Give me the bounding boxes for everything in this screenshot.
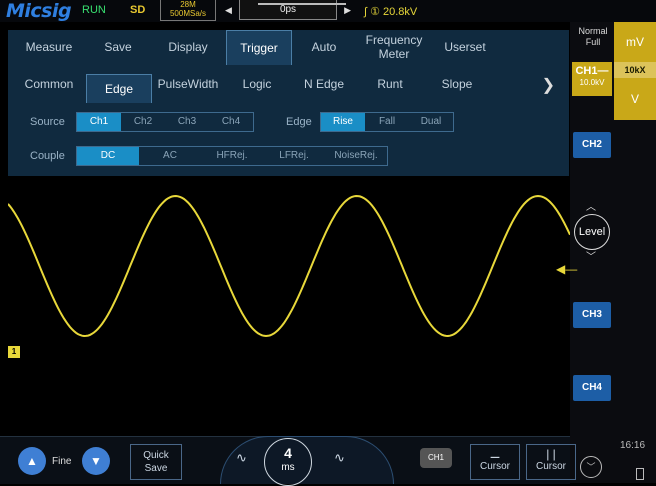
collapse-menu-icon[interactable]: ﹀ xyxy=(580,456,602,478)
cursor-h-label: Cursor xyxy=(479,461,510,472)
source-ch2[interactable]: Ch2 xyxy=(121,113,165,131)
record-length: 28M xyxy=(180,0,196,9)
trigger-type-common[interactable]: Common xyxy=(12,68,86,100)
timebase-value: 4 xyxy=(284,445,292,461)
trigger-type-n-edge[interactable]: N Edge xyxy=(290,68,358,100)
waveform-display[interactable] xyxy=(8,176,570,436)
cursor-vertical-button[interactable]: | | Cursor xyxy=(526,444,576,480)
edge-rise[interactable]: Rise xyxy=(321,113,365,131)
acquisition-mode[interactable]: Normal Full xyxy=(572,26,614,48)
cursor-v-label: Cursor xyxy=(535,461,566,472)
triangle-up-icon: ▲ xyxy=(26,454,38,468)
sample-rate: 500MSa/s xyxy=(169,9,207,18)
fine-down-button[interactable]: ▼ xyxy=(82,447,110,475)
menu-tabs: Measure Save Display Trigger Auto Freque… xyxy=(8,30,569,65)
trigger-type-slope[interactable]: Slope xyxy=(422,68,492,100)
ch1-toggle-button[interactable]: CH1 xyxy=(420,448,452,468)
level-up-icon[interactable]: ︿ xyxy=(586,198,596,213)
clock: 16:16 xyxy=(620,440,646,451)
acq-mode-line2: Full xyxy=(585,37,601,47)
ch1-scale: 10.0kV xyxy=(579,78,605,87)
timebase-offset: 0ps xyxy=(279,4,297,15)
triangle-down-icon: ▼ xyxy=(90,454,102,468)
tab-auto[interactable]: Auto xyxy=(294,30,354,64)
timebase-increase-icon[interactable]: ∿ xyxy=(334,450,345,466)
quick-save-line2: Save xyxy=(144,463,168,474)
ch1-label: CH1— xyxy=(575,65,609,77)
timebase-knob[interactable]: 4 ms xyxy=(264,438,312,486)
ch1-waveform xyxy=(8,194,570,338)
run-state-indicator[interactable]: RUN xyxy=(82,4,106,16)
level-down-icon[interactable]: ﹀ xyxy=(586,248,596,263)
volts-div-up-button[interactable]: V xyxy=(614,78,656,120)
battery-icon xyxy=(636,468,644,480)
edge-selector[interactable]: Rise Fall Dual xyxy=(320,112,454,132)
source-selector[interactable]: Ch1 Ch2 Ch3 Ch4 xyxy=(76,112,254,132)
tab-frequency-meter[interactable]: Frequency Meter xyxy=(356,30,432,64)
source-label: Source xyxy=(30,116,65,128)
trigger-type-edge[interactable]: Edge xyxy=(86,74,152,103)
ch4-button[interactable]: CH4 xyxy=(573,375,611,401)
probe-ratio-badge[interactable]: 10kX xyxy=(614,62,656,78)
cursor-horizontal-button[interactable]: ⚊ Cursor xyxy=(470,444,520,480)
horizontal-cursor-icon: ⚊ xyxy=(489,447,501,461)
tab-userset[interactable]: Userset xyxy=(434,30,496,64)
trigger-type-pulsewidth[interactable]: PulseWidth xyxy=(152,68,224,100)
couple-noiserej[interactable]: NoiseRej. xyxy=(325,147,387,165)
acq-mode-line1: Normal xyxy=(578,26,608,36)
ch3-button[interactable]: CH3 xyxy=(573,302,611,328)
tab-measure[interactable]: Measure xyxy=(14,30,84,64)
ch1-offset-marker[interactable]: 1 xyxy=(8,346,20,358)
tab-display[interactable]: Display xyxy=(152,30,224,64)
quick-save-line1: Quick xyxy=(143,450,169,461)
storage-indicator: SD xyxy=(130,4,146,16)
brand-logo: Micsig xyxy=(6,0,72,22)
edge-dual[interactable]: Dual xyxy=(409,113,453,131)
couple-selector[interactable]: DC AC HFRej. LFRej. NoiseRej. xyxy=(76,146,388,166)
timebase-position-bar xyxy=(258,3,346,5)
timebase-decrease-icon[interactable]: ∿ xyxy=(236,450,247,466)
couple-dc[interactable]: DC xyxy=(77,147,139,165)
tab-trigger[interactable]: Trigger xyxy=(226,30,292,65)
ch1-button[interactable]: CH1— 10.0kV xyxy=(572,62,612,96)
fine-up-button[interactable]: ▲ xyxy=(18,447,46,475)
trigger-type-row: Common Edge PulseWidth Logic N Edge Runt… xyxy=(8,68,569,103)
trigger-status[interactable]: ∫ ① 20.8kV xyxy=(364,5,417,18)
timebase-unit: ms xyxy=(281,462,295,473)
sample-rate-box: 28M 500MSa/s xyxy=(160,0,216,21)
timebase-position-panel[interactable]: ◀ 0ps ▶ xyxy=(225,0,351,20)
source-ch4[interactable]: Ch4 xyxy=(209,113,253,131)
fine-label: Fine xyxy=(52,456,72,467)
quick-save-button[interactable]: Quick Save xyxy=(130,444,182,480)
trigger-level-readout: ① 20.8kV xyxy=(370,6,418,18)
pan-right-icon[interactable]: ▶ xyxy=(344,5,351,16)
source-ch3[interactable]: Ch3 xyxy=(165,113,209,131)
trigger-type-runt[interactable]: Runt xyxy=(360,68,420,100)
volts-div-down-button[interactable]: mV xyxy=(614,22,656,62)
couple-label: Couple xyxy=(30,150,65,162)
source-ch1[interactable]: Ch1 xyxy=(77,113,121,131)
edge-fall[interactable]: Fall xyxy=(365,113,409,131)
trigger-level-knob[interactable]: Level xyxy=(574,214,610,250)
edge-label: Edge xyxy=(286,116,312,128)
couple-hfrej[interactable]: HFRej. xyxy=(201,147,263,165)
pan-left-icon[interactable]: ◀ xyxy=(225,5,232,16)
ch2-button[interactable]: CH2 xyxy=(573,132,611,158)
couple-ac[interactable]: AC xyxy=(139,147,201,165)
couple-lfrej[interactable]: LFRej. xyxy=(263,147,325,165)
vertical-cursor-icon: | | xyxy=(546,447,556,461)
tab-save[interactable]: Save xyxy=(86,30,150,64)
timebase-offset-box[interactable]: 0ps xyxy=(239,0,346,20)
trigger-type-logic[interactable]: Logic xyxy=(228,68,286,100)
chevron-right-icon[interactable]: ❯ xyxy=(542,70,555,102)
